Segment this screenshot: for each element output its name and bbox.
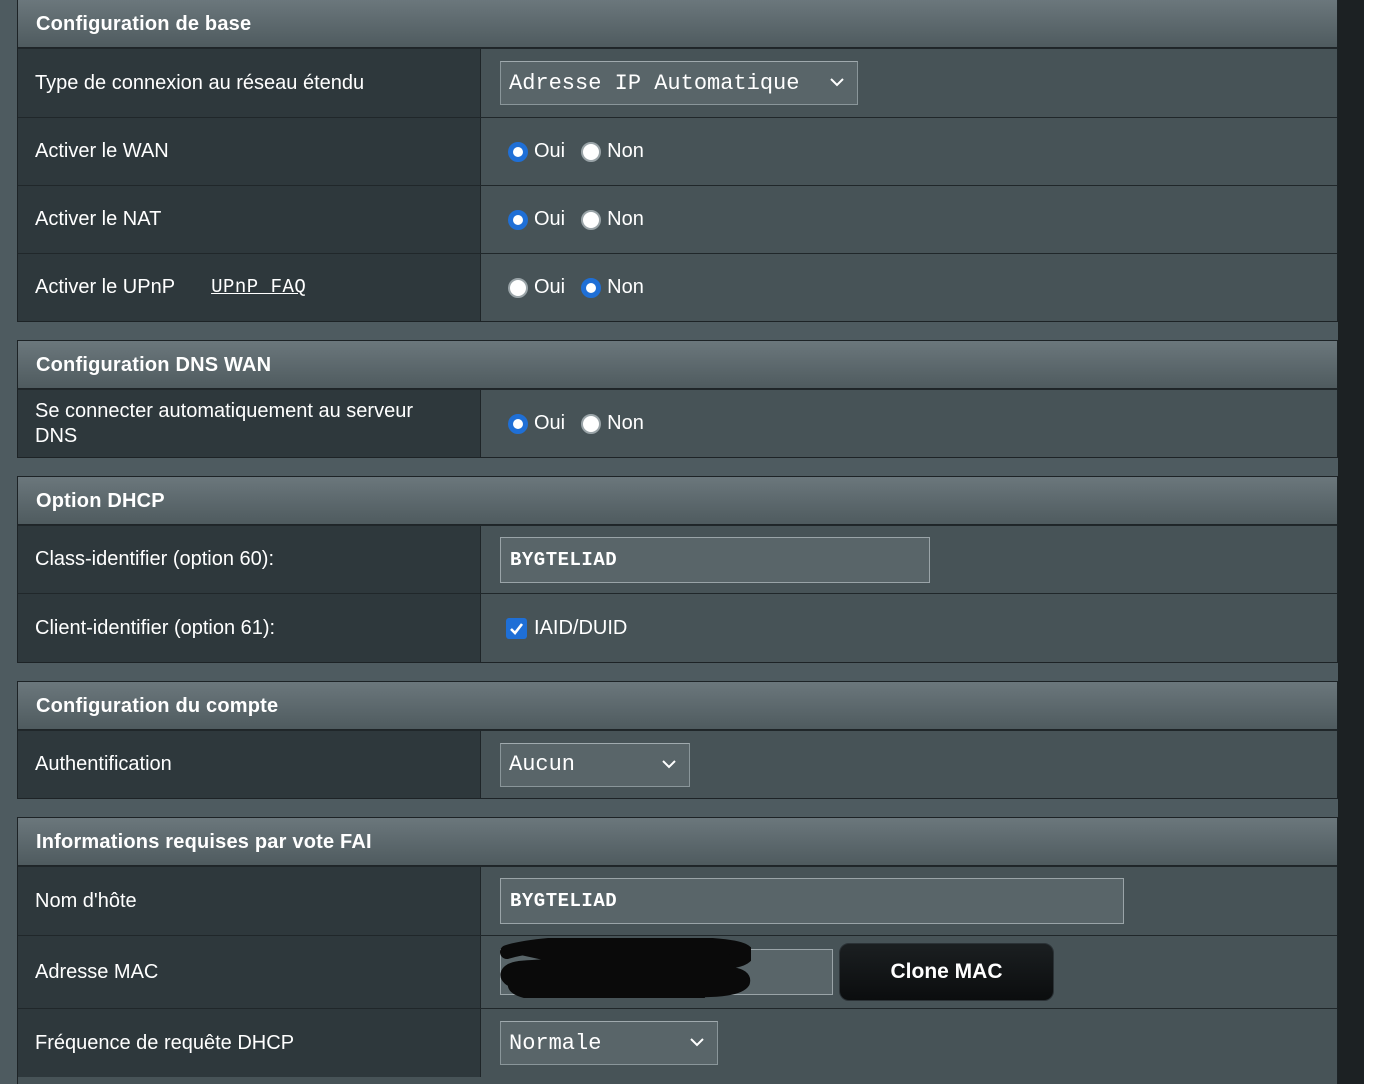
row-authentication: Authentification Aucun — [18, 730, 1337, 798]
section-title-account-config: Configuration du compte — [18, 682, 1337, 730]
authentication-select[interactable]: Aucun — [500, 742, 690, 787]
auto-dns-yes-radio[interactable] — [508, 413, 528, 434]
hostname-field: BYGTELIAD — [481, 867, 1337, 935]
enable-nat-radio-group: Oui Non — [500, 208, 650, 231]
enable-upnp-label-cell: Activer le UPnP UPnP FAQ — [18, 254, 481, 321]
wan-type-select[interactable]: Adresse IP Automatique — [500, 61, 858, 105]
auto-dns-field: Oui Non — [481, 390, 1337, 457]
dhcp-frequency-value: Normale — [509, 1030, 602, 1056]
mac-address-field: Clone MAC — [481, 936, 1337, 1008]
wan-type-field: Adresse IP Automatique — [481, 49, 1337, 117]
auto-dns-label: Se connecter automatiquement au serveur … — [18, 390, 481, 457]
redaction-scribble — [500, 938, 751, 998]
chevron-down-icon — [830, 78, 844, 87]
enable-nat-field: Oui Non — [481, 186, 1337, 253]
class-identifier-input[interactable]: BYGTELIAD — [500, 536, 930, 583]
enable-upnp-radio-group: Oui Non — [500, 276, 650, 299]
row-enable-nat: Activer le NAT Oui Non — [18, 185, 1337, 253]
auto-dns-no-radio[interactable] — [581, 413, 602, 434]
dark-side-bar — [1338, 0, 1364, 1084]
authentication-value: Aucun — [509, 752, 576, 777]
iaid-duid-checkbox[interactable] — [506, 617, 527, 639]
hostname-label: Nom d'hôte — [18, 867, 481, 935]
section-title-isp-info: Informations requises par vote FAI — [18, 818, 1337, 866]
enable-upnp-yes-label[interactable]: Oui — [534, 276, 565, 299]
chevron-down-icon — [690, 1038, 704, 1047]
auto-dns-yes-label[interactable]: Oui — [534, 412, 565, 435]
enable-upnp-label: Activer le UPnP — [35, 276, 176, 298]
section-account-config: Configuration du compte Authentification… — [17, 681, 1338, 799]
enable-upnp-no-label[interactable]: Non — [607, 276, 644, 299]
section-title-dhcp-option: Option DHCP — [18, 477, 1337, 525]
enable-wan-no-label[interactable]: Non — [607, 140, 644, 163]
chevron-down-icon — [662, 759, 676, 768]
upnp-faq-link[interactable]: UPnP FAQ — [211, 275, 306, 300]
page-edge — [1364, 0, 1397, 1084]
row-client-identifier: Client-identifier (option 61): IAID/DUID — [18, 593, 1337, 662]
enable-wan-label: Activer le WAN — [18, 118, 481, 185]
enable-nat-no-label[interactable]: Non — [607, 208, 644, 231]
wan-type-value: Adresse IP Automatique — [509, 70, 800, 96]
enable-wan-yes-radio[interactable] — [508, 141, 528, 162]
enable-wan-yes-label[interactable]: Oui — [534, 140, 565, 163]
section-dhcp-option: Option DHCP Class-identifier (option 60)… — [17, 476, 1338, 663]
dhcp-frequency-field: Normale — [481, 1009, 1337, 1077]
enable-upnp-field: Oui Non — [481, 254, 1337, 321]
row-hostname: Nom d'hôte BYGTELIAD — [18, 866, 1337, 935]
row-mac-address: Adresse MAC Clone MAC — [18, 935, 1337, 1008]
auto-dns-radio-group: Oui Non — [500, 412, 650, 435]
row-class-identifier: Class-identifier (option 60): BYGTELIAD — [18, 525, 1337, 593]
clone-mac-button[interactable]: Clone MAC — [839, 943, 1054, 1001]
router-wan-settings-page: Configuration de base Type de connexion … — [0, 0, 1397, 1084]
client-identifier-field: IAID/DUID — [481, 594, 1337, 662]
section-title-basic-config: Configuration de base — [18, 0, 1337, 48]
row-wan-type: Type de connexion au réseau étendu Adres… — [18, 48, 1337, 117]
section-dns-config: Configuration DNS WAN Se connecter autom… — [17, 340, 1338, 458]
row-dhcp-frequency: Fréquence de requête DHCP Normale — [18, 1008, 1337, 1077]
dhcp-frequency-label: Fréquence de requête DHCP — [18, 1009, 481, 1077]
section-isp-info: Informations requises par vote FAI Nom d… — [17, 817, 1338, 1084]
row-auto-dns: Se connecter automatiquement au serveur … — [18, 389, 1337, 457]
enable-wan-field: Oui Non — [481, 118, 1337, 185]
mac-address-label: Adresse MAC — [18, 936, 481, 1008]
section-title-dns-config: Configuration DNS WAN — [18, 341, 1337, 389]
enable-upnp-yes-radio[interactable] — [508, 277, 528, 298]
enable-upnp-no-radio[interactable] — [581, 277, 602, 298]
enable-nat-label: Activer le NAT — [18, 186, 481, 253]
wan-type-label: Type de connexion au réseau étendu — [18, 49, 481, 117]
row-enable-wan: Activer le WAN Oui Non — [18, 117, 1337, 185]
hostname-input[interactable]: BYGTELIAD — [500, 878, 1124, 924]
authentication-field: Aucun — [481, 731, 1337, 798]
enable-wan-radio-group: Oui Non — [500, 140, 650, 163]
authentication-label: Authentification — [18, 731, 481, 798]
enable-wan-no-radio[interactable] — [581, 141, 602, 162]
auto-dns-no-label[interactable]: Non — [607, 412, 644, 435]
row-enable-upnp: Activer le UPnP UPnP FAQ Oui Non — [18, 253, 1337, 321]
section-basic-config: Configuration de base Type de connexion … — [17, 0, 1338, 322]
client-identifier-label: Client-identifier (option 61): — [18, 594, 481, 662]
checkmark-icon — [510, 622, 524, 635]
enable-nat-yes-radio[interactable] — [508, 209, 528, 230]
dhcp-frequency-select[interactable]: Normale — [500, 1021, 718, 1065]
enable-nat-yes-label[interactable]: Oui — [534, 208, 565, 231]
class-identifier-field: BYGTELIAD — [481, 526, 1337, 593]
iaid-duid-label[interactable]: IAID/DUID — [534, 617, 627, 640]
enable-nat-no-radio[interactable] — [581, 209, 602, 230]
class-identifier-label: Class-identifier (option 60): — [18, 526, 481, 593]
